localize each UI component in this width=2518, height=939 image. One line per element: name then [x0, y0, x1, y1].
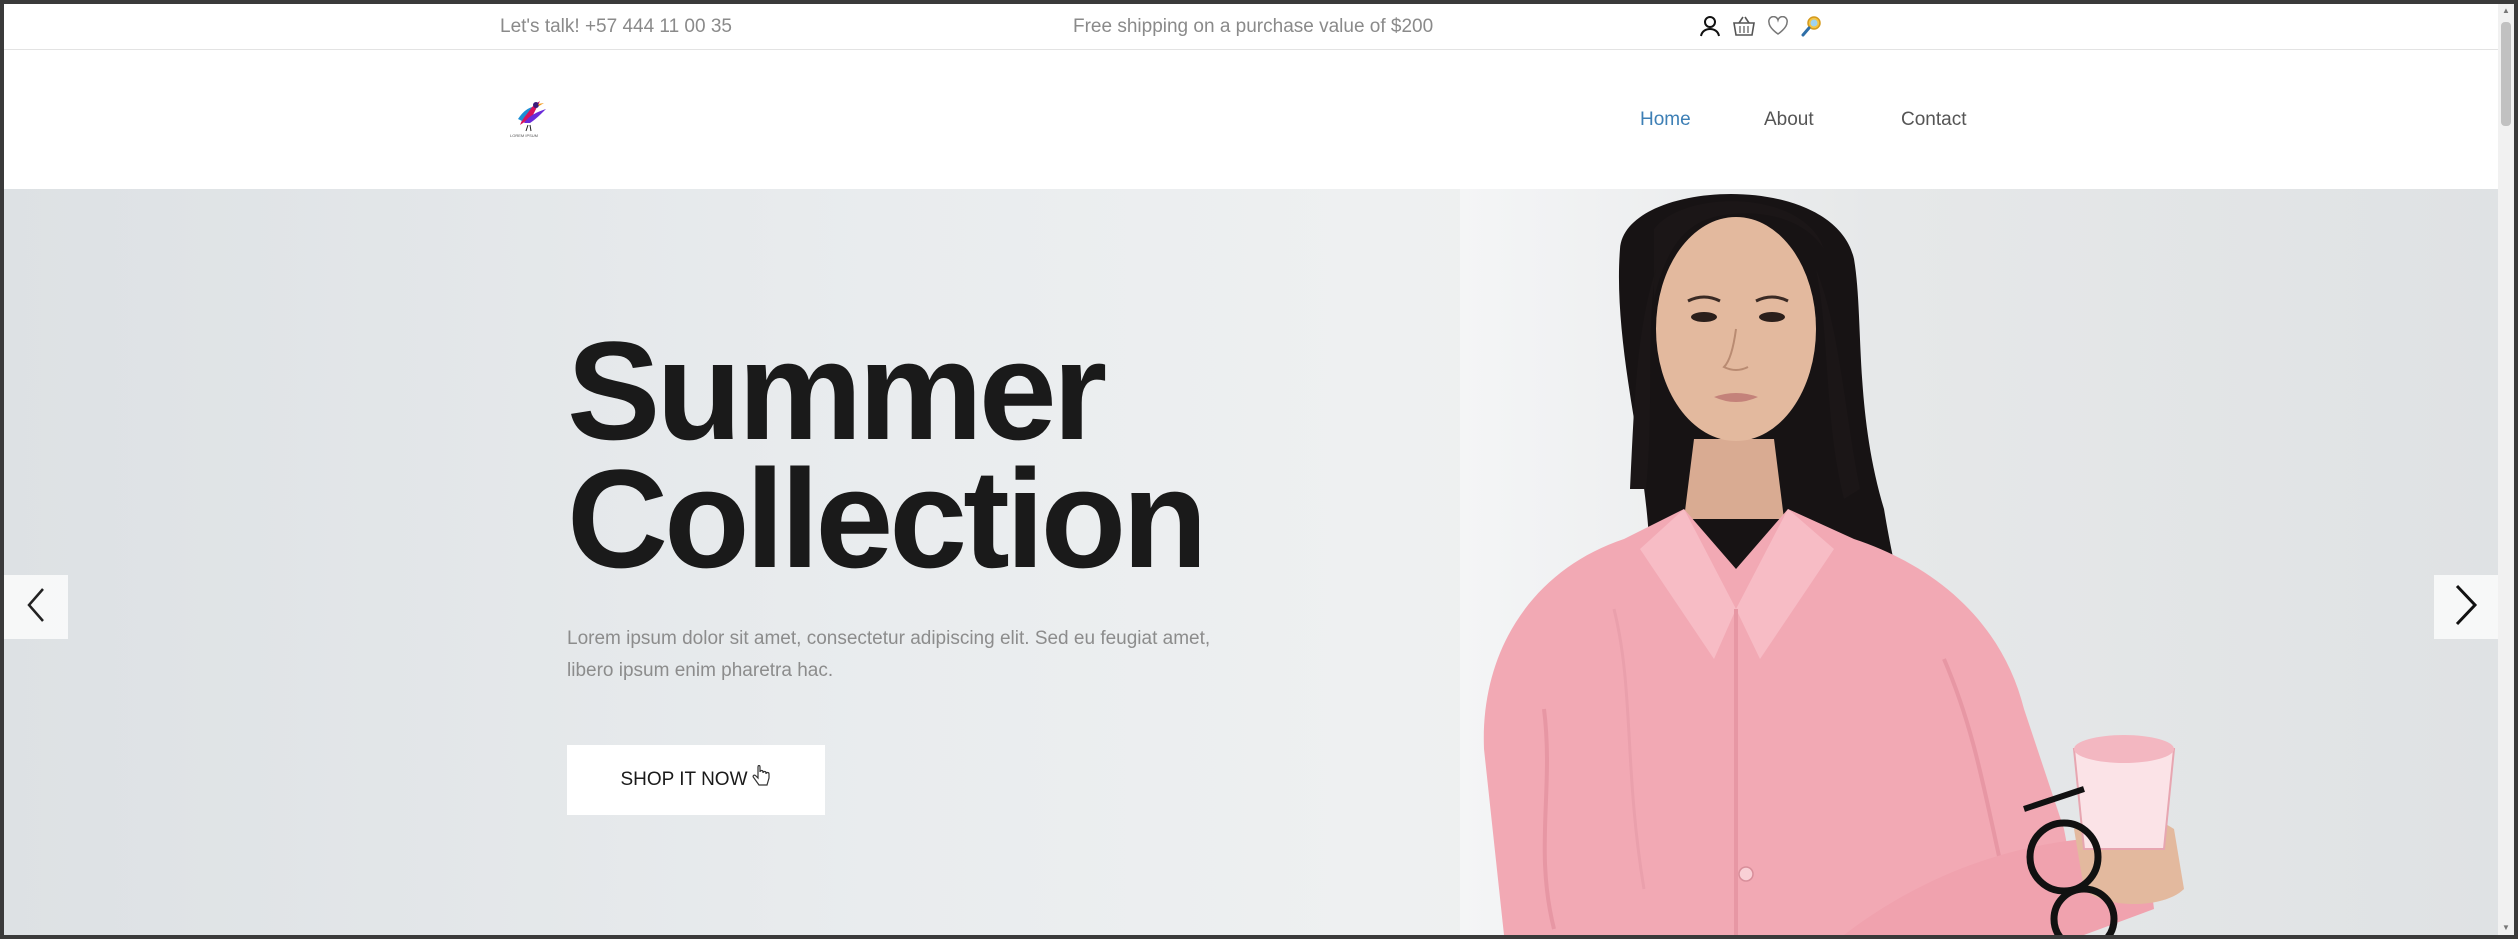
search-icon[interactable]: [1800, 14, 1824, 38]
headline-line-2: Collection: [567, 440, 1208, 597]
nav-home[interactable]: Home: [1640, 109, 1691, 131]
hero-slider: Summer Collection Lorem ipsum dolor sit …: [4, 189, 2498, 935]
hero-headline: Summer Collection: [567, 312, 1208, 597]
chevron-left-icon: [25, 587, 47, 628]
nav-about[interactable]: About: [1764, 109, 1814, 131]
shipping-notice: Free shipping on a purchase value of $20…: [1073, 16, 1434, 37]
chevron-right-icon: [2453, 584, 2479, 631]
logo-caption: LOREM IPSUM: [510, 133, 539, 138]
top-icons: [1698, 14, 1824, 38]
shop-now-button[interactable]: SHOP IT NOW: [567, 745, 825, 815]
hand-cursor-icon: [752, 764, 772, 795]
nav-contact[interactable]: Contact: [1901, 109, 1966, 131]
shop-now-label: SHOP IT NOW: [620, 769, 748, 790]
user-icon[interactable]: [1698, 14, 1722, 38]
scroll-up-icon[interactable]: ▲: [2501, 6, 2511, 16]
brand-logo[interactable]: LOREM IPSUM: [510, 95, 550, 143]
contact-phone-text[interactable]: Let's talk! +57 444 11 00 35: [500, 16, 732, 38]
scroll-down-icon[interactable]: ▼: [2501, 923, 2511, 933]
hero-model-image: [1483, 194, 2184, 935]
browser-viewport: Let's talk! +57 444 11 00 35 Free shippi…: [4, 4, 2514, 935]
top-bar: Let's talk! +57 444 11 00 35 Free shippi…: [4, 4, 2498, 50]
hero-description: Lorem ipsum dolor sit amet, consectetur …: [567, 628, 1211, 681]
basket-icon[interactable]: [1732, 14, 1756, 38]
heart-icon[interactable]: [1766, 14, 1790, 38]
slider-next-button[interactable]: [2434, 575, 2498, 639]
page-scrollbar[interactable]: ▲ ▼: [2498, 4, 2514, 935]
scrollbar-thumb[interactable]: [2501, 22, 2511, 126]
slider-prev-button[interactable]: [4, 575, 68, 639]
site-header: LOREM IPSUM Home About Contact: [4, 51, 2498, 189]
headline-line-1: Summer: [567, 312, 1107, 469]
